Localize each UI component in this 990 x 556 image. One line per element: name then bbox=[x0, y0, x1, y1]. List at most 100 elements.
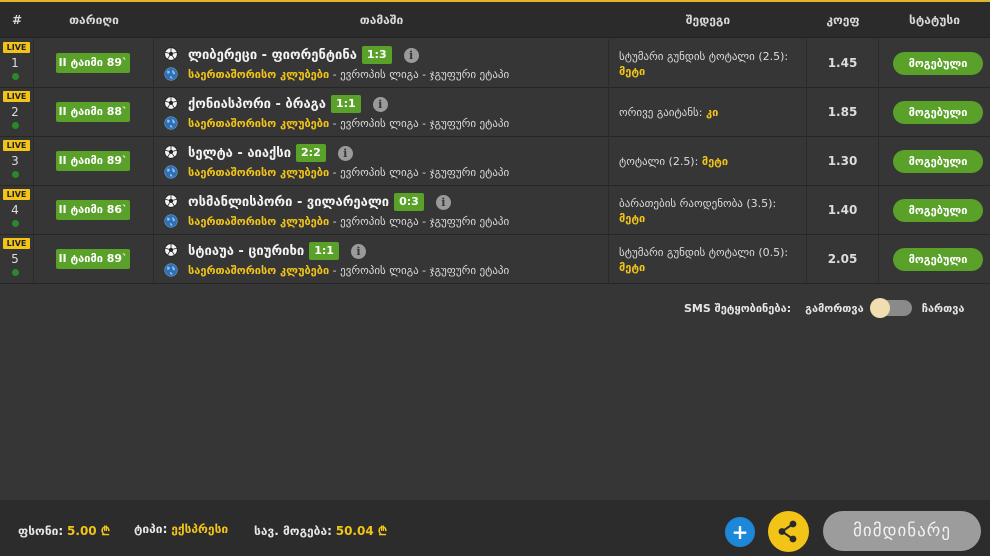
bet-text: ტოტალი (2.5): მეტი bbox=[609, 154, 799, 169]
time-cell: II ტაიმი 88` bbox=[34, 88, 154, 137]
status-badge[interactable]: მოგებული bbox=[893, 101, 983, 124]
live-badge: LIVE bbox=[3, 91, 30, 102]
bet-market: სტუმარი გუნდის ტოტალი (2.5): bbox=[619, 49, 789, 63]
row-number: 4 bbox=[11, 203, 19, 217]
bet-text: ორივე გაიტანს: კი bbox=[609, 105, 799, 120]
game-cell: სტიაუა - ციურიხი 1:1 i საერთაშორისო კლუბ… bbox=[154, 235, 609, 284]
table-row: LIVE 5 II ტაიმი 89` სტიაუა - ციურიხი 1:1… bbox=[0, 235, 990, 284]
league-name: - ევროპის ლიგა - ჯგუფური ეტაპი bbox=[329, 68, 510, 81]
score-badge: 0:3 bbox=[394, 193, 424, 211]
live-badge: LIVE bbox=[3, 140, 30, 151]
game-cell: სელტა - აიაქსი 2:2 i საერთაშორისო კლუბებ… bbox=[154, 137, 609, 186]
table-row: LIVE 2 II ტაიმი 88` ქონიასპორი - ბრაგა 1… bbox=[0, 88, 990, 137]
globe-icon bbox=[164, 116, 178, 130]
current-button[interactable]: მიმდინარე bbox=[823, 511, 981, 551]
info-icon[interactable]: i bbox=[350, 243, 366, 259]
bet-market: სტუმარი გუნდის ტოტალი (0.5): bbox=[619, 245, 789, 259]
sms-toggle[interactable] bbox=[869, 298, 912, 318]
header-status: სტატუსი bbox=[909, 13, 960, 27]
stake-label: ფსონი: bbox=[18, 524, 64, 538]
bet-cell: სტუმარი გუნდის ტოტალი (2.5): მეტი bbox=[609, 39, 807, 88]
match-time-badge: II ტაიმი 88` bbox=[56, 102, 130, 122]
bet-text: სტუმარი გუნდის ტოტალი (0.5): მეტი bbox=[609, 245, 799, 275]
table-row: LIVE 3 II ტაიმი 89` სელტა - აიაქსი 2:2 i bbox=[0, 137, 990, 186]
odd-value: 1.30 bbox=[807, 137, 879, 186]
bet-market: ორივე გაიტანს: bbox=[619, 106, 706, 119]
bet-pick: მეტი bbox=[701, 155, 729, 168]
row-number: 1 bbox=[11, 56, 19, 70]
time-cell: II ტაიმი 89` bbox=[34, 137, 154, 186]
bet-market: ტოტალი (2.5): bbox=[619, 155, 702, 168]
match-time-badge: II ტაიმი 86` bbox=[56, 200, 130, 220]
match-time-badge: II ტაიმი 89` bbox=[56, 151, 130, 171]
teams[interactable]: სელტა - აიაქსი bbox=[188, 146, 291, 161]
match-time-badge: II ტაიმი 89` bbox=[56, 53, 130, 73]
game-line: ლიბერეცი - ფიორენტინა 1:3 i bbox=[188, 46, 419, 64]
status-cell: მოგებული bbox=[879, 88, 990, 137]
time-cell: II ტაიმი 86` bbox=[34, 186, 154, 235]
odd-value: 1.85 bbox=[807, 88, 879, 137]
info-icon[interactable]: i bbox=[403, 47, 419, 63]
odd-value: 1.40 bbox=[807, 186, 879, 235]
bet-history-page: # თარიღი თამაში შედეგი კოეფ სტატუსი LIVE… bbox=[0, 0, 990, 556]
sms-off-label[interactable]: გამორთვა bbox=[805, 302, 864, 315]
odd-value: 1.45 bbox=[807, 39, 879, 88]
league-category: საერთაშორისო კლუბები bbox=[188, 215, 330, 228]
header-num: # bbox=[11, 13, 23, 27]
table-row: LIVE 1 II ტაიმი 89` ლიბერეცი - ფიორენტინ… bbox=[0, 39, 990, 88]
share-button[interactable] bbox=[768, 511, 809, 552]
soccer-ball-icon bbox=[164, 47, 178, 61]
plus-button[interactable]: + bbox=[725, 517, 755, 547]
teams[interactable]: ქონიასპორი - ბრაგა bbox=[188, 97, 326, 112]
match-time-badge: II ტაიმი 89` bbox=[56, 249, 130, 269]
live-badge: LIVE bbox=[3, 189, 30, 200]
live-badge: LIVE bbox=[3, 238, 30, 249]
bet-cell: ორივე გაიტანს: კი bbox=[609, 88, 807, 137]
stake-info: ფსონი: 5.00 ₾ bbox=[18, 522, 110, 539]
status-badge[interactable]: მოგებული bbox=[893, 150, 983, 173]
league-name: - ევროპის ლიგა - ჯგუფური ეტაპი bbox=[329, 215, 510, 228]
soccer-ball-icon bbox=[164, 243, 178, 257]
row-number: 2 bbox=[11, 105, 19, 119]
bet-pick: კი bbox=[705, 106, 719, 119]
sms-on-label[interactable]: ჩართვა bbox=[922, 302, 965, 315]
row-number-cell: LIVE 3 bbox=[0, 137, 34, 186]
sms-toggle-knob[interactable] bbox=[869, 298, 890, 318]
info-icon[interactable]: i bbox=[435, 194, 451, 210]
row-number: 3 bbox=[11, 154, 19, 168]
info-icon[interactable]: i bbox=[372, 96, 388, 112]
game-line: სელტა - აიაქსი 2:2 i bbox=[188, 144, 353, 162]
status-badge[interactable]: მოგებული bbox=[893, 248, 983, 271]
bet-text: სტუმარი გუნდის ტოტალი (2.5): მეტი bbox=[609, 49, 799, 79]
status-cell: მოგებული bbox=[879, 186, 990, 235]
row-number-cell: LIVE 1 bbox=[0, 39, 34, 88]
stake-value: 5.00 ₾ bbox=[67, 524, 111, 538]
league-name: - ევროპის ლიგა - ჯგუფური ეტაპი bbox=[329, 117, 510, 130]
teams[interactable]: ოსმანლისპორი - ვილარეალი bbox=[188, 195, 389, 210]
league-name: - ევროპის ლიგა - ჯგუფური ეტაპი bbox=[329, 166, 510, 179]
score-badge: 1:1 bbox=[330, 95, 361, 113]
time-cell: II ტაიმი 89` bbox=[34, 39, 154, 88]
status-badge[interactable]: მოგებული bbox=[893, 199, 983, 222]
teams[interactable]: ლიბერეცი - ფიორენტინა bbox=[188, 48, 357, 63]
type-value: ექსპრესი bbox=[171, 522, 229, 536]
info-icon[interactable]: i bbox=[337, 145, 353, 161]
league-line: საერთაშორისო კლუბები - ევროპის ლიგა - ჯგ… bbox=[188, 264, 509, 277]
header-game: თამაში bbox=[359, 13, 404, 27]
league-name: - ევროპის ლიგა - ჯგუფური ეტაპი bbox=[329, 264, 510, 277]
footer-bar: ფსონი: 5.00 ₾ ტიპი: ექსპრესი სავ. მოგება… bbox=[0, 500, 990, 556]
game-cell: ქონიასპორი - ბრაგა 1:1 i საერთაშორისო კლ… bbox=[154, 88, 609, 137]
league-category: საერთაშორისო კლუბები bbox=[188, 166, 330, 179]
league-category: საერთაშორისო კლუბები bbox=[188, 68, 330, 81]
league-category: საერთაშორისო კლუბები bbox=[188, 264, 330, 277]
status-badge[interactable]: მოგებული bbox=[893, 52, 983, 75]
win-label: სავ. მოგება: bbox=[254, 524, 332, 538]
score-badge: 1:1 bbox=[309, 242, 339, 260]
globe-icon bbox=[164, 263, 178, 277]
bet-cell: ტოტალი (2.5): მეტი bbox=[609, 137, 807, 186]
plus-icon: + bbox=[731, 520, 749, 544]
game-line: ოსმანლისპორი - ვილარეალი 0:3 i bbox=[188, 193, 451, 211]
bet-pick: მეტი bbox=[619, 64, 646, 78]
row-number: 5 bbox=[11, 252, 19, 266]
teams[interactable]: სტიაუა - ციურიხი bbox=[188, 244, 304, 259]
